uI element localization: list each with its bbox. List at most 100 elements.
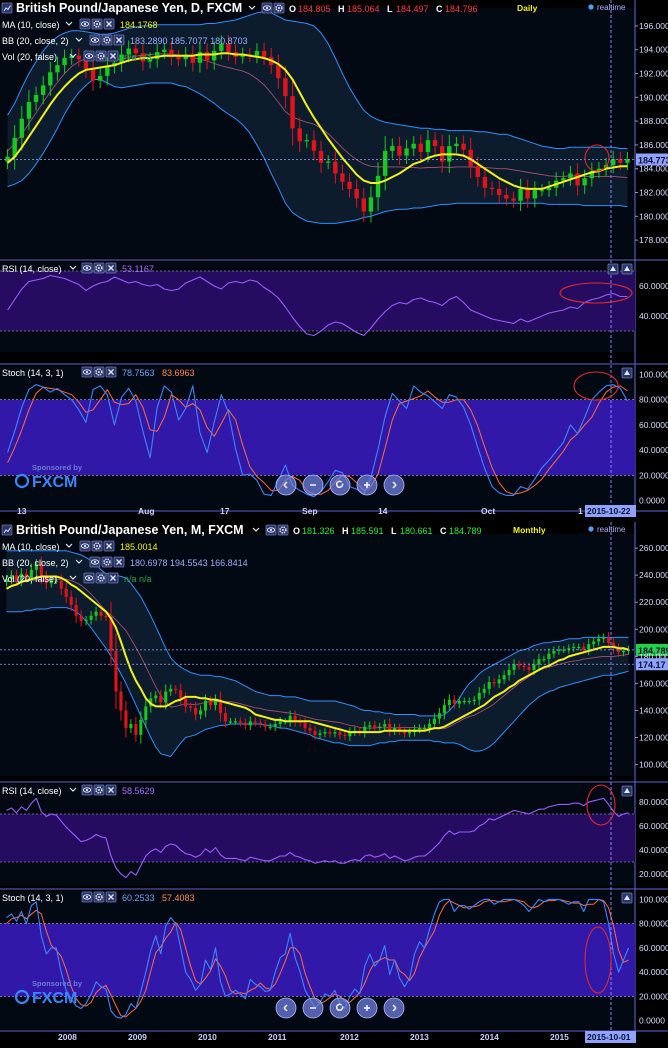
ma-legend-label[interactable]: MA (10, close)	[2, 20, 60, 30]
close-icon[interactable]	[103, 540, 115, 552]
close-icon[interactable]	[105, 366, 117, 378]
eye-icon[interactable]	[83, 50, 95, 62]
candle-body	[568, 173, 573, 179]
candle-body	[114, 650, 118, 692]
price-tick-label: 160.000	[639, 678, 668, 688]
eye-pupil	[83, 544, 87, 548]
candle-body	[408, 732, 412, 734]
candle-body	[99, 611, 103, 616]
gear-icon[interactable]	[93, 784, 105, 796]
gear-icon[interactable]	[91, 18, 103, 30]
eye-icon[interactable]	[81, 784, 93, 796]
gear-icon[interactable]	[95, 50, 107, 62]
gear-icon[interactable]	[95, 572, 107, 584]
close-icon[interactable]	[105, 262, 117, 274]
candle-body	[208, 701, 213, 706]
close-label: C	[436, 4, 443, 14]
gear-icon[interactable]	[101, 34, 113, 46]
close-value: 184.796	[445, 4, 478, 14]
gear-icon[interactable]	[93, 262, 105, 274]
stoch-tick-label: 40.0000	[639, 967, 668, 977]
close-icon[interactable]	[103, 18, 115, 30]
open-value: 181.326	[302, 526, 335, 536]
chart-icon[interactable]	[1, 524, 13, 536]
close-icon[interactable]	[113, 34, 125, 46]
bb-legend-label[interactable]: BB (20, close, 2)	[2, 36, 69, 46]
candle-body	[539, 190, 545, 192]
candle-body	[84, 619, 88, 622]
gear-icon[interactable]	[91, 540, 103, 552]
x-axis-label: 2015	[550, 1032, 569, 1042]
candle-body	[492, 682, 496, 684]
chart-icon[interactable]	[1, 2, 13, 14]
low-value: 184.497	[396, 4, 429, 14]
stoch-k-value: 78.7563	[122, 368, 155, 378]
scroll-left-icon[interactable]	[275, 997, 297, 1019]
scroll-right-icon[interactable]	[383, 474, 405, 496]
eye-icon[interactable]	[261, 2, 273, 14]
eye-icon[interactable]	[89, 34, 101, 46]
candle-body	[462, 701, 466, 703]
candle-body	[467, 701, 471, 703]
eye-icon[interactable]	[265, 524, 277, 536]
candle-body	[333, 161, 338, 174]
vol-legend-label[interactable]: Vol (20, false)	[2, 52, 57, 62]
eye-icon[interactable]	[79, 18, 91, 30]
gear-icon[interactable]	[93, 891, 105, 903]
gear-icon[interactable]	[273, 2, 285, 14]
reset-icon[interactable]	[329, 474, 351, 496]
candle-body	[134, 724, 138, 735]
close-icon[interactable]	[113, 556, 125, 568]
scroll-right-icon[interactable]	[383, 997, 405, 1019]
vol-legend-label[interactable]: Vol (20, false)	[2, 574, 57, 584]
price-tick-label: 178.000	[639, 235, 668, 245]
open-value: 184.805	[298, 4, 331, 14]
eye-icon[interactable]	[81, 262, 93, 274]
eye-icon[interactable]	[81, 366, 93, 378]
gear-hub	[278, 7, 280, 9]
price-tick-label: 220.000	[639, 597, 668, 607]
candle-body	[388, 724, 392, 731]
stoch-legend-label[interactable]: Stoch (14, 3, 1)	[2, 893, 64, 903]
stoch-legend-label[interactable]: Stoch (14, 3, 1)	[2, 368, 64, 378]
rsi-legend-label[interactable]: RSI (14, close)	[2, 264, 62, 274]
candle-body	[318, 733, 322, 735]
stoch-tick-label: 100.000	[639, 894, 668, 904]
close-icon[interactable]	[105, 784, 117, 796]
candle-body	[475, 166, 481, 178]
candle-body	[323, 732, 327, 734]
close-icon[interactable]	[107, 50, 119, 62]
chart-title[interactable]: British Pound/Japanese Yen, M, FXCM	[16, 523, 244, 537]
eye-pupil	[85, 788, 89, 792]
arrow-up-icon[interactable]	[621, 263, 633, 275]
arrow-up-icon[interactable]	[621, 785, 633, 797]
chart-title[interactable]: British Pound/Japanese Yen, D, FXCM	[16, 1, 242, 15]
close-label: C	[440, 526, 447, 536]
eye-icon[interactable]	[83, 572, 95, 584]
candle-body	[48, 72, 53, 86]
candle-body	[454, 143, 459, 147]
ma-legend-label[interactable]: MA (10, close)	[2, 542, 60, 552]
gear-icon[interactable]	[93, 366, 105, 378]
candle-body	[512, 664, 516, 670]
eye-icon[interactable]	[79, 540, 91, 552]
scroll-left-icon[interactable]	[275, 474, 297, 496]
candle-body	[159, 695, 163, 703]
close-icon[interactable]	[105, 891, 117, 903]
x-axis-label: 17	[220, 506, 230, 516]
gear-icon[interactable]	[277, 524, 289, 536]
arrow-up-icon[interactable]	[607, 263, 619, 275]
bb-legend-label[interactable]: BB (20, close, 2)	[2, 558, 69, 568]
reset-icon[interactable]	[329, 997, 351, 1019]
eye-icon[interactable]	[89, 556, 101, 568]
rsi-legend-label[interactable]: RSI (14, close)	[2, 786, 62, 796]
candle-body	[62, 58, 67, 66]
close-icon[interactable]	[107, 572, 119, 584]
arrow-up-icon[interactable]	[621, 892, 633, 904]
eye-icon[interactable]	[81, 891, 93, 903]
candle-body	[577, 646, 581, 649]
arrow-up-icon[interactable]	[621, 367, 633, 379]
candle-body	[417, 728, 422, 730]
gear-icon[interactable]	[101, 556, 113, 568]
candle-body	[318, 150, 324, 163]
